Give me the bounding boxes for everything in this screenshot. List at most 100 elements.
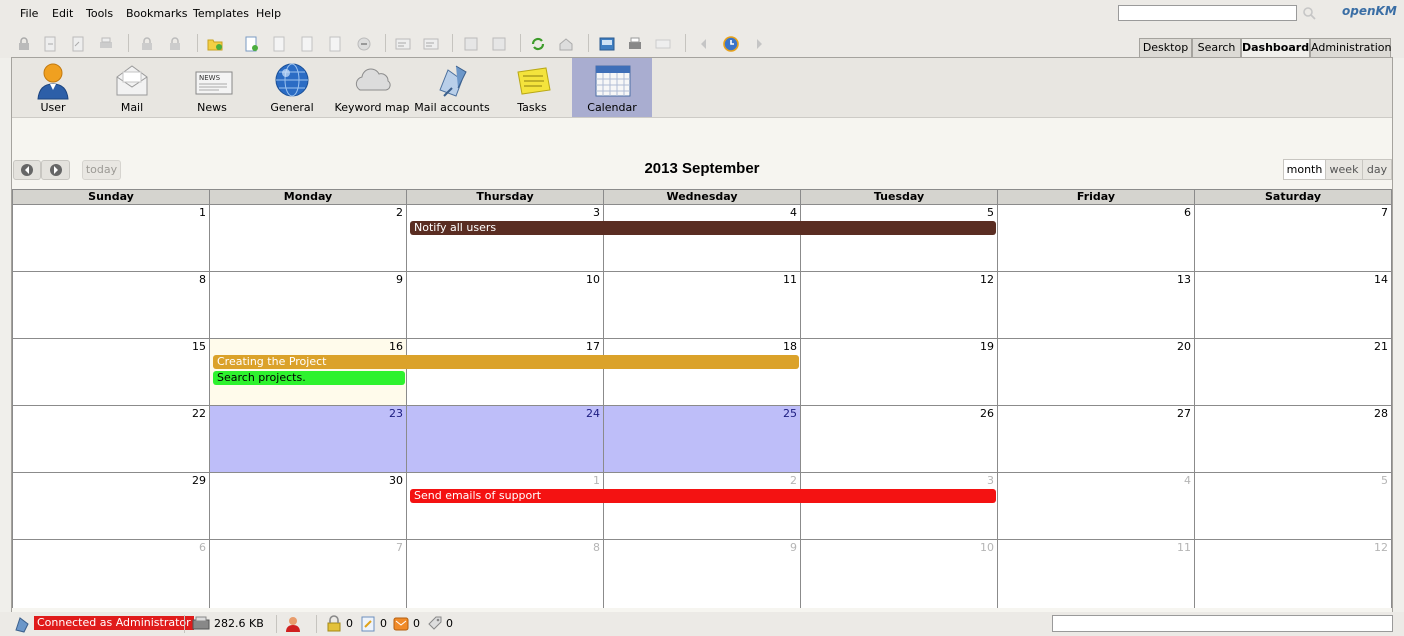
day-cell[interactable]: 28: [1195, 406, 1391, 473]
mail-icon: [116, 65, 148, 96]
menu-file[interactable]: File: [20, 7, 38, 20]
tab-dashboard[interactable]: Dashboard: [1241, 38, 1310, 59]
menu-tools[interactable]: Tools: [86, 7, 113, 20]
day-cell[interactable]: 14: [1195, 272, 1391, 339]
forward-icon[interactable]: [751, 36, 767, 52]
day-cell[interactable]: 17: [407, 339, 604, 406]
print-icon[interactable]: [98, 36, 114, 52]
dashboard-tab-keyword-map[interactable]: Keyword map: [332, 58, 412, 117]
add-document-icon[interactable]: [271, 36, 287, 52]
new-folder-icon[interactable]: [207, 36, 223, 52]
print-doc-icon[interactable]: [627, 36, 643, 52]
day-cell[interactable]: 12: [801, 272, 998, 339]
calendar-event[interactable]: Send emails of support: [410, 489, 996, 503]
locked-documents-icon[interactable]: [326, 615, 342, 633]
new-document-icon[interactable]: [243, 36, 259, 52]
day-cell[interactable]: 11: [998, 540, 1195, 608]
remove-property-icon[interactable]: [491, 36, 507, 52]
day-cell[interactable]: 10: [801, 540, 998, 608]
scanner-icon[interactable]: [599, 36, 615, 52]
day-cell[interactable]: 7: [1195, 205, 1391, 272]
back-icon[interactable]: [696, 36, 712, 52]
dashboard-tab-mail[interactable]: Mail: [92, 58, 172, 117]
day-cell[interactable]: 5: [801, 205, 998, 272]
day-cell[interactable]: 23: [210, 406, 407, 473]
lock-add-icon[interactable]: [139, 36, 155, 52]
mail-status-icon[interactable]: [393, 615, 409, 633]
dashboard-tab-label: Calendar: [587, 101, 637, 114]
menu-help[interactable]: Help: [256, 7, 281, 20]
document-properties-icon[interactable]: [299, 36, 315, 52]
day-cell[interactable]: 1: [13, 205, 210, 272]
day-cell[interactable]: 25: [604, 406, 801, 473]
day-cell[interactable]: 9: [604, 540, 801, 608]
day-cell[interactable]: 12: [1195, 540, 1391, 608]
calendar-event[interactable]: Notify all users: [410, 221, 996, 235]
dashboard-tab-news[interactable]: NEWS News: [172, 58, 252, 117]
day-cell[interactable]: 3: [407, 205, 604, 272]
lock-remove-icon[interactable]: [167, 36, 183, 52]
day-cell[interactable]: 30: [210, 473, 407, 540]
view-week-button[interactable]: week: [1325, 159, 1363, 180]
refresh-icon[interactable]: [530, 36, 546, 52]
day-cell[interactable]: 4: [604, 205, 801, 272]
note-icon[interactable]: [423, 36, 439, 52]
dashboard-tab-general[interactable]: General: [252, 58, 332, 117]
day-cell[interactable]: 26: [801, 406, 998, 473]
checkin-icon[interactable]: [70, 36, 86, 52]
day-cell[interactable]: 7: [210, 540, 407, 608]
convert-icon[interactable]: [655, 36, 671, 52]
day-number: 7: [1381, 206, 1388, 219]
properties-icon[interactable]: [395, 36, 411, 52]
search-icon[interactable]: [1302, 6, 1316, 20]
dashboard-tab-tasks[interactable]: Tasks: [492, 58, 572, 117]
day-cell[interactable]: 6: [998, 205, 1195, 272]
menu-templates[interactable]: Templates: [193, 7, 249, 20]
menu-bookmarks[interactable]: Bookmarks: [126, 7, 187, 20]
tag-icon[interactable]: [427, 615, 443, 633]
view-day-button[interactable]: day: [1362, 159, 1392, 180]
day-cell[interactable]: 2: [604, 473, 801, 540]
toolbar-separator: [128, 34, 129, 52]
lock-icon[interactable]: [16, 36, 32, 52]
checkout-documents-icon[interactable]: [360, 615, 376, 633]
view-month-button[interactable]: month: [1283, 159, 1326, 180]
document-icon[interactable]: [327, 36, 343, 52]
tab-search[interactable]: Search: [1192, 38, 1241, 58]
calendar-event[interactable]: Search projects.: [213, 371, 405, 385]
day-cell[interactable]: 22: [13, 406, 210, 473]
history-icon[interactable]: [723, 36, 739, 52]
search-input[interactable]: [1118, 5, 1297, 21]
day-cell[interactable]: 8: [407, 540, 604, 608]
day-cell[interactable]: 6: [13, 540, 210, 608]
day-cell[interactable]: 5: [1195, 473, 1391, 540]
day-cell[interactable]: 8: [13, 272, 210, 339]
checkout-icon[interactable]: [42, 36, 58, 52]
day-cell[interactable]: 27: [998, 406, 1195, 473]
add-property-icon[interactable]: [463, 36, 479, 52]
menu-edit[interactable]: Edit: [52, 7, 73, 20]
cancel-icon[interactable]: [356, 36, 372, 52]
day-cell[interactable]: 4: [998, 473, 1195, 540]
calendar-event[interactable]: Creating the Project: [213, 355, 799, 369]
day-cell[interactable]: 11: [604, 272, 801, 339]
dashboard-tab-user[interactable]: User: [13, 58, 93, 117]
day-cell[interactable]: 13: [998, 272, 1195, 339]
day-cell[interactable]: 15: [13, 339, 210, 406]
day-cell[interactable]: 29: [13, 473, 210, 540]
dashboard-tab-mail-accounts[interactable]: Mail accounts: [412, 58, 492, 117]
dashboard-tab-calendar[interactable]: Calendar: [572, 58, 652, 117]
day-cell[interactable]: 2: [210, 205, 407, 272]
day-cell[interactable]: 21: [1195, 339, 1391, 406]
day-cell[interactable]: 20: [998, 339, 1195, 406]
day-cell[interactable]: 24: [407, 406, 604, 473]
day-cell[interactable]: 19: [801, 339, 998, 406]
tab-desktop[interactable]: Desktop: [1139, 38, 1192, 58]
day-cell[interactable]: 18: [604, 339, 801, 406]
home-icon[interactable]: [558, 36, 574, 52]
tab-administration[interactable]: Administration: [1310, 38, 1392, 58]
day-cell[interactable]: 1: [407, 473, 604, 540]
day-cell[interactable]: 3: [801, 473, 998, 540]
day-cell[interactable]: 10: [407, 272, 604, 339]
day-cell[interactable]: 9: [210, 272, 407, 339]
